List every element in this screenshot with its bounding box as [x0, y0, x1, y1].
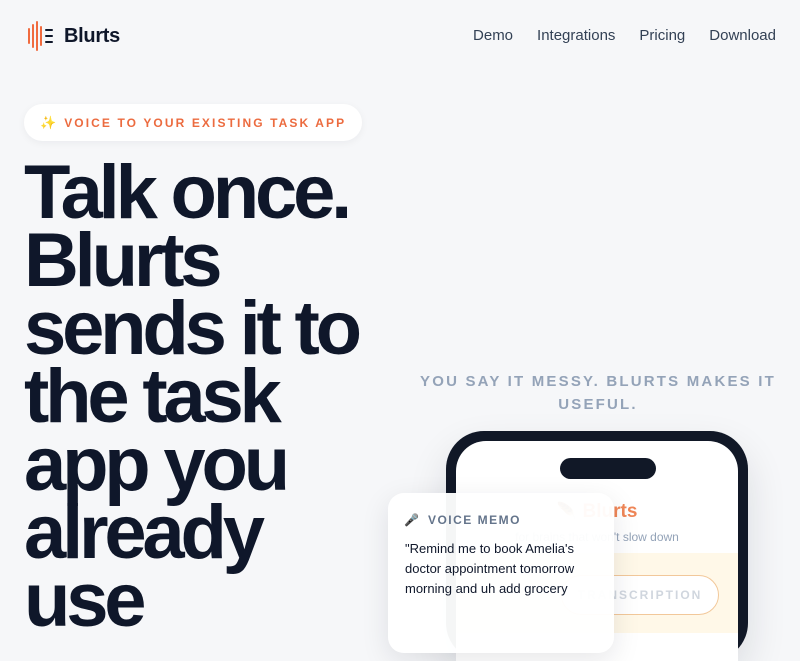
nav-demo-link[interactable]: Demo — [473, 27, 513, 45]
nav-download-link[interactable]: Download — [709, 27, 776, 45]
sound-wave-icon — [28, 21, 53, 51]
site-header: Blurts Demo Integrations Pricing Downloa… — [0, 0, 800, 72]
sparkles-icon: ✨ — [40, 115, 57, 130]
phone-notch — [560, 458, 656, 479]
main-navigation: Demo Integrations Pricing Download — [473, 27, 776, 45]
microphone-icon: 🎤 — [404, 513, 419, 527]
hero-badge: ✨ VOICE TO YOUR EXISTING TASK APP — [24, 104, 362, 141]
brand-link[interactable]: Blurts — [26, 21, 120, 51]
brand-name: Blurts — [64, 25, 120, 47]
voice-memo-title: VOICE MEMO — [427, 513, 521, 527]
nav-integrations-link[interactable]: Integrations — [537, 27, 615, 45]
voice-memo-card: 🎤 VOICE MEMO "Remind me to book Amelia's… — [388, 493, 614, 653]
voice-memo-text: "Remind me to book Amelia's doctor appoi… — [405, 541, 575, 596]
feature-subtitle: YOU SAY IT MESSY. BLURTS MAKES IT USEFUL… — [420, 373, 776, 413]
hero-title: Talk once. Blurts sends it to the task a… — [24, 150, 362, 643]
voice-memo-header: 🎤 VOICE MEMO — [404, 513, 521, 527]
nav-pricing-link[interactable]: Pricing — [639, 27, 685, 45]
hero-badge-text: VOICE TO YOUR EXISTING TASK APP — [64, 115, 347, 130]
